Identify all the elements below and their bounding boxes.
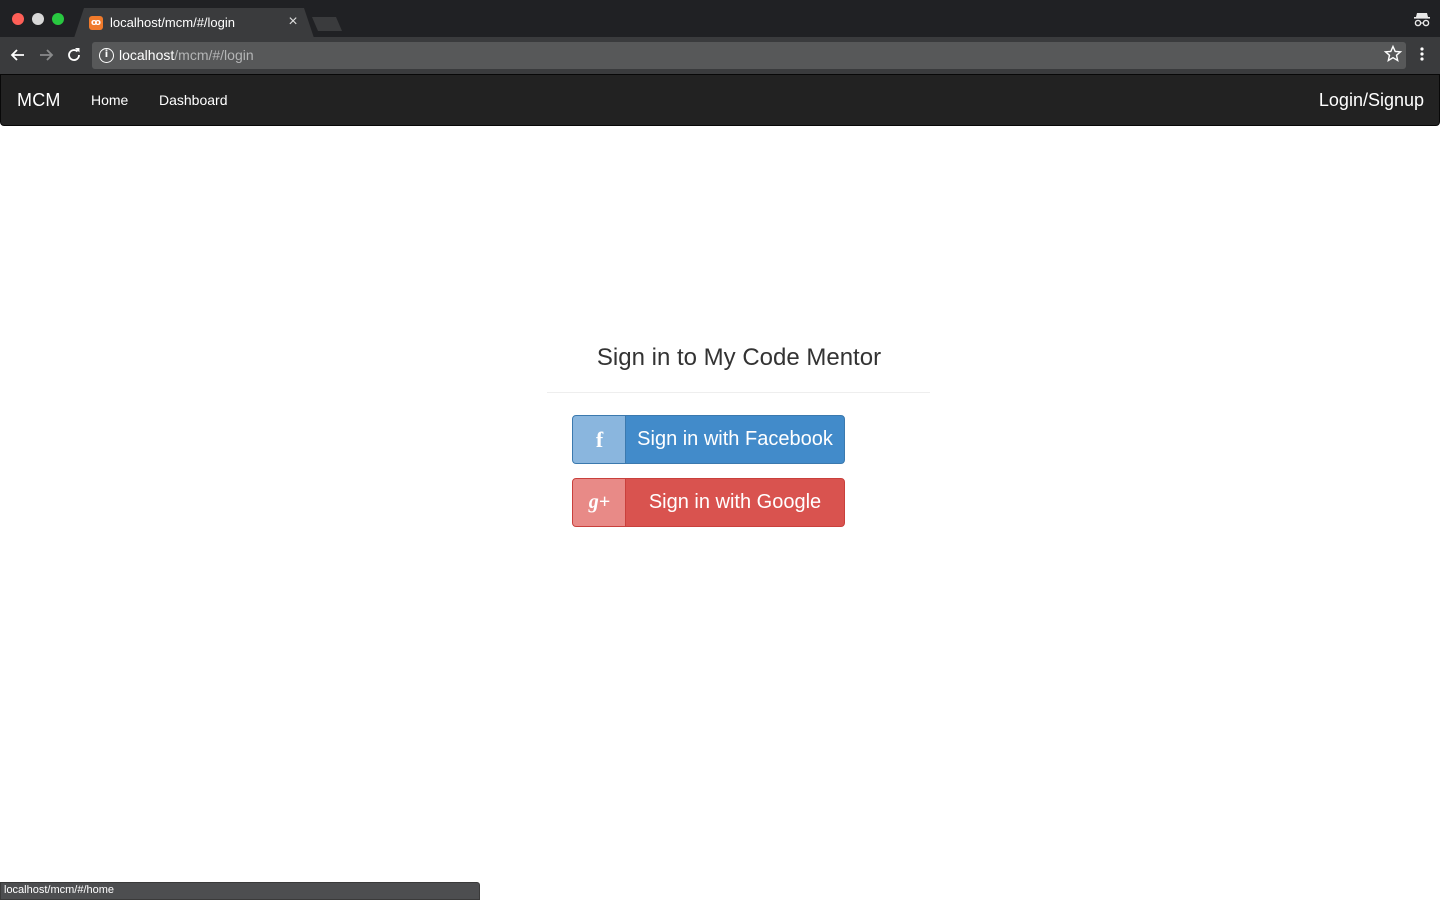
arrow-left-icon[interactable] xyxy=(8,45,28,65)
google-plus-icon: g+ xyxy=(588,491,611,513)
page-title: Sign in to My Code Mentor xyxy=(596,344,882,371)
url-path: /mcm/#/login xyxy=(174,47,254,63)
info-icon[interactable]: i xyxy=(99,48,114,63)
divider xyxy=(547,392,930,393)
xampp-icon: ꝏ xyxy=(89,16,103,30)
nav-home-link[interactable]: Home xyxy=(91,92,128,108)
arrow-right-icon[interactable] xyxy=(36,45,56,65)
browser-toolbar: i localhost/mcm/#/login xyxy=(0,37,1440,74)
status-url: localhost/mcm/#/home xyxy=(4,884,115,896)
active-tab[interactable]: ꝏ localhost/mcm/#/login × xyxy=(74,8,314,38)
google-signin-button[interactable]: g+ Sign in with Google xyxy=(572,478,845,527)
site-navbar: MCM Home Dashboard Login/Signup xyxy=(0,74,1440,126)
star-icon[interactable] xyxy=(1383,44,1403,64)
facebook-signin-label: Sign in with Facebook xyxy=(637,428,833,450)
nav-dashboard-link[interactable]: Dashboard xyxy=(159,92,228,108)
reload-icon[interactable] xyxy=(64,45,84,65)
facebook-signin-button[interactable]: f Sign in with Facebook xyxy=(572,415,845,464)
new-tab-button[interactable] xyxy=(312,17,342,31)
minimize-window-button[interactable] xyxy=(32,13,44,25)
close-window-button[interactable] xyxy=(12,13,24,25)
tab-title: localhost/mcm/#/login xyxy=(110,15,235,30)
url-host: localhost xyxy=(119,47,175,63)
incognito-icon[interactable] xyxy=(1412,9,1432,29)
google-signin-label: Sign in with Google xyxy=(648,491,822,513)
browser-tab-bar: ꝏ localhost/mcm/#/login × xyxy=(0,0,1440,38)
maximize-window-button[interactable] xyxy=(52,13,64,25)
brand-logo[interactable]: MCM xyxy=(17,90,61,111)
url-text: localhost/mcm/#/login xyxy=(119,47,254,63)
facebook-icon: f xyxy=(595,427,604,452)
status-bubble: localhost/mcm/#/home xyxy=(0,882,480,900)
facebook-icon-box: f xyxy=(573,416,626,463)
address-bar[interactable]: i localhost/mcm/#/login xyxy=(92,42,1406,69)
tab-close-icon[interactable]: × xyxy=(286,13,300,31)
kebab-menu-icon[interactable] xyxy=(1412,44,1432,64)
google-plus-icon-box: g+ xyxy=(573,479,626,526)
login-signup-link[interactable]: Login/Signup xyxy=(1319,90,1424,111)
